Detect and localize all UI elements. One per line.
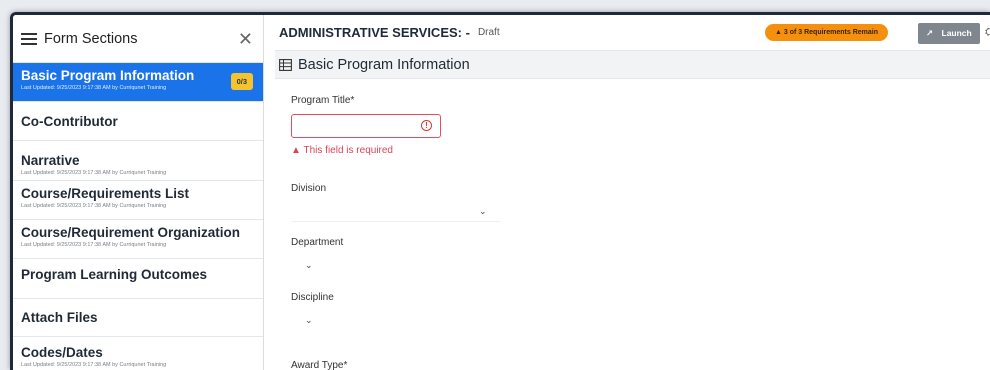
table-icon (279, 58, 292, 71)
sidebar-item-program-learning-outcomes[interactable]: Program Learning Outcomes (13, 259, 263, 299)
error-text: This field is required (303, 145, 393, 156)
page-title: ADMINISTRATIVE SERVICES: - (279, 25, 470, 40)
sidebar-item-label: Attach Files (21, 310, 98, 325)
sidebar-item-label: Course/Requirements List (21, 186, 190, 201)
launch-button[interactable]: ↗ Launch (918, 23, 980, 44)
error-circle-icon: ! (421, 120, 432, 131)
sidebar-item-course-requirement-organization[interactable]: Course/Requirement Organization Last Upd… (13, 220, 263, 259)
sidebar-item-label: Program Learning Outcomes (21, 267, 208, 282)
discipline-label: Discipline (291, 292, 334, 303)
department-field: Department ⌄ (291, 237, 501, 276)
discipline-field: Discipline ⌄ (291, 292, 501, 331)
program-title-error: ▲ This field is required (291, 145, 441, 156)
launch-label: Launch (941, 28, 972, 38)
chevron-down-icon: ⌄ (305, 260, 313, 270)
sidebar-item-updated: Last Updated: 9/25/2023 9:17:38 AM by Cu… (21, 170, 167, 176)
chevron-down-icon: ⌄ (479, 206, 487, 216)
sidebar-item-attach-files[interactable]: Attach Files (13, 299, 263, 337)
requirements-count-badge: 0/3 (230, 73, 253, 90)
sidebar-item-codes-dates[interactable]: Codes/Dates Last Updated: 9/25/2023 9:17… (13, 337, 263, 370)
division-field: Division ⌄ (291, 183, 501, 222)
warning-triangle-icon: ▲ (291, 145, 301, 156)
sidebar-item-label: Course/Requirement Organization (21, 225, 241, 240)
chevron-down-icon: ⌄ (305, 315, 313, 325)
sidebar-item-co-contributor[interactable]: Co-Contributor (13, 102, 263, 141)
division-select[interactable]: ⌄ (291, 198, 501, 222)
discipline-select[interactable]: ⌄ (291, 307, 501, 331)
division-label: Division (291, 183, 327, 194)
award-type-field: Award Type* (291, 360, 347, 370)
program-title-input[interactable]: ! (291, 114, 441, 138)
page-header: ADMINISTRATIVE SERVICES: - Draft ▲ 3 of … (275, 15, 990, 51)
main-content: ADMINISTRATIVE SERVICES: - Draft ▲ 3 of … (275, 15, 990, 370)
sidebar-item-basic-program-information[interactable]: Basic Program Information Last Updated: … (13, 63, 263, 102)
hamburger-icon[interactable] (21, 32, 37, 45)
sidebar-item-updated: Last Updated: 9/25/2023 9:17:38 AM by Cu… (21, 203, 167, 209)
sidebar-item-label: Codes/Dates (21, 345, 103, 360)
sidebar-item-course-requirements-list[interactable]: Course/Requirements List Last Updated: 9… (13, 181, 263, 220)
sidebar-item-label: Co-Contributor (21, 113, 118, 129)
sidebar-item-updated: Last Updated: 9/25/2023 9:17:38 AM by Cu… (21, 362, 167, 368)
sidebar-item-label: Basic Program Information (21, 68, 195, 83)
sidebar-item-updated: Last Updated: 9/25/2023 9:17:38 AM by Cu… (21, 242, 167, 248)
program-title-field: Program Title* ! ▲ This field is require… (291, 95, 441, 156)
external-arrow-icon: ↗ (926, 28, 934, 38)
section-header: Basic Program Information (275, 51, 990, 79)
form-sections-sidebar: Form Sections ✕ Basic Program Informatio… (13, 15, 264, 370)
award-type-label: Award Type* (291, 360, 348, 370)
sidebar-item-label: Narrative (21, 153, 80, 168)
settings-icon[interactable]: ⛭ (985, 26, 990, 39)
app-window: Form Sections ✕ Basic Program Informatio… (10, 12, 990, 370)
sidebar-header: Form Sections ✕ (13, 15, 263, 63)
section-title: Basic Program Information (298, 56, 470, 73)
program-title-label: Program Title* (291, 95, 355, 106)
department-select[interactable]: ⌄ (291, 252, 501, 276)
sidebar-title: Form Sections (44, 30, 138, 47)
requirements-remaining-button[interactable]: ▲ 3 of 3 Requirements Remain (765, 24, 889, 41)
status-text: Draft (477, 27, 500, 38)
sidebar-item-narrative[interactable]: Narrative Last Updated: 9/25/2023 9:17:3… (13, 141, 263, 181)
department-label: Department (291, 237, 344, 248)
sidebar-item-updated: Last Updated: 9/25/2023 9:17:38 AM by Cu… (21, 85, 167, 91)
close-icon[interactable]: ✕ (238, 30, 253, 48)
